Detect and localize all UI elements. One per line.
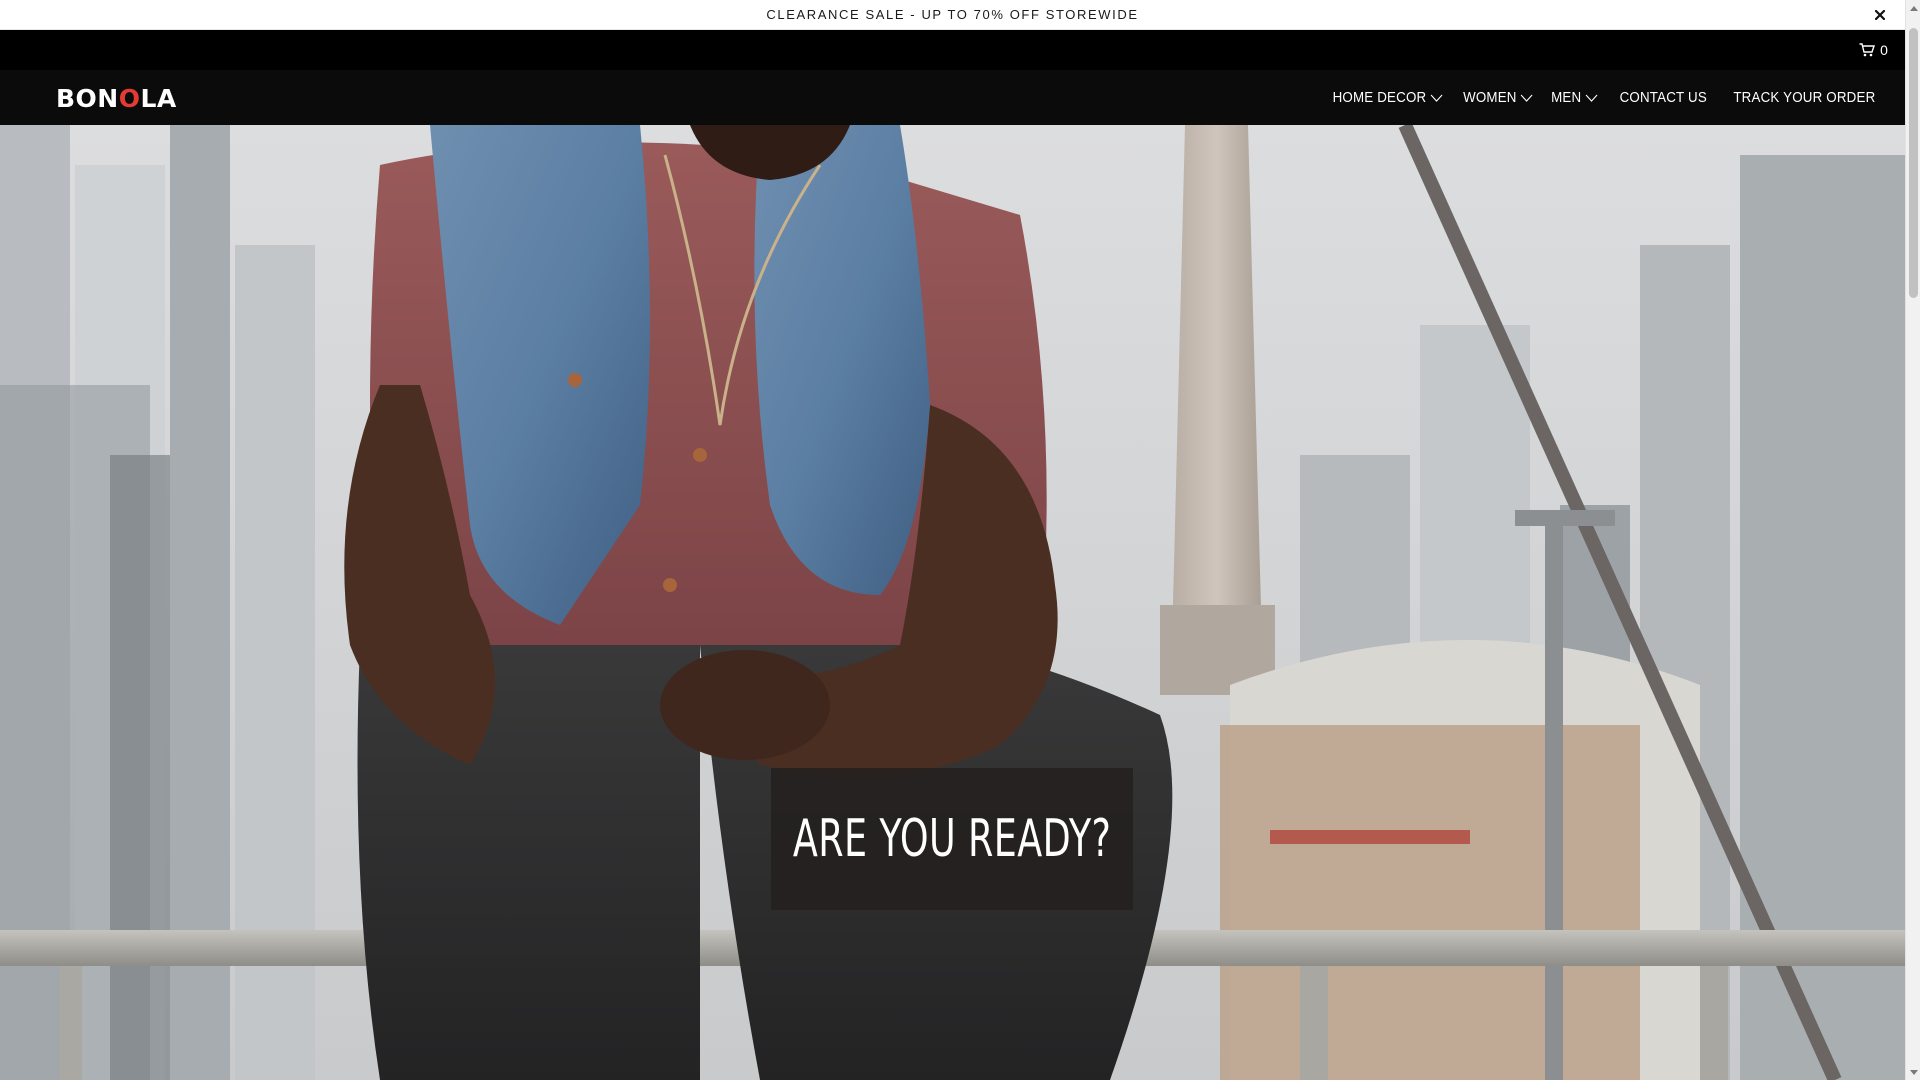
close-icon [1875, 10, 1885, 20]
nav-item-label: WOMEN [1462, 89, 1517, 106]
scroll-down-arrow[interactable] [1906, 1065, 1920, 1080]
hero-caption-box: ARE YOU READY? [771, 768, 1133, 910]
logo-text-start: BON [56, 83, 119, 113]
nav-item-track-your-order[interactable]: TRACK YOUR ORDER [1733, 90, 1875, 106]
hero-title: ARE YOU READY? [792, 809, 1112, 869]
nav-item-men[interactable]: MEN [1551, 90, 1598, 106]
nav-item-contact-us[interactable]: CONTACT US [1619, 90, 1706, 106]
cart-icon [1859, 43, 1876, 57]
scroll-up-icon [1909, 5, 1918, 11]
cart-count: 0 [1880, 42, 1888, 58]
nav-item-women[interactable]: WOMEN [1463, 90, 1533, 106]
scroll-down-icon [1909, 1069, 1918, 1075]
nav-item-home-decor[interactable]: HOME DECOR [1332, 89, 1443, 106]
chevron-down-icon [1585, 94, 1598, 102]
main-menu: HOME DECOR WOMEN MEN CONTACT US TRACK YO… [1323, 70, 1875, 125]
page-scrollbar[interactable] [1905, 0, 1920, 1080]
scroll-thumb[interactable] [1909, 28, 1918, 298]
brand-logo[interactable]: BON O LA [56, 83, 177, 113]
nav-item-label: TRACK YOUR ORDER [1732, 89, 1875, 106]
hero-banner[interactable]: ARE YOU READY? [0, 125, 1905, 1080]
announcement-bar: CLEARANCE SALE - UP TO 70% OFF STOREWIDE [0, 0, 1905, 30]
nav-item-label: CONTACT US [1619, 89, 1707, 106]
cart-button[interactable]: 0 [1842, 30, 1905, 70]
announcement-text: CLEARANCE SALE - UP TO 70% OFF STOREWIDE [766, 7, 1139, 22]
nav-item-label: HOME DECOR [1332, 89, 1427, 106]
logo-text-accent: O [118, 83, 141, 113]
page: CLEARANCE SALE - UP TO 70% OFF STOREWIDE… [0, 0, 1905, 1080]
scroll-up-arrow[interactable] [1906, 0, 1920, 15]
hero-image [0, 125, 1905, 1080]
top-utility-bar: 0 [0, 30, 1905, 70]
close-announcement-button[interactable] [1869, 4, 1891, 26]
main-navbar: BON O LA HOME DECOR WOMEN MEN CONTACT US… [0, 70, 1905, 125]
chevron-down-icon [1520, 94, 1533, 102]
nav-item-label: MEN [1550, 89, 1582, 106]
logo-text-end: LA [140, 83, 177, 113]
chevron-down-icon [1430, 94, 1443, 102]
